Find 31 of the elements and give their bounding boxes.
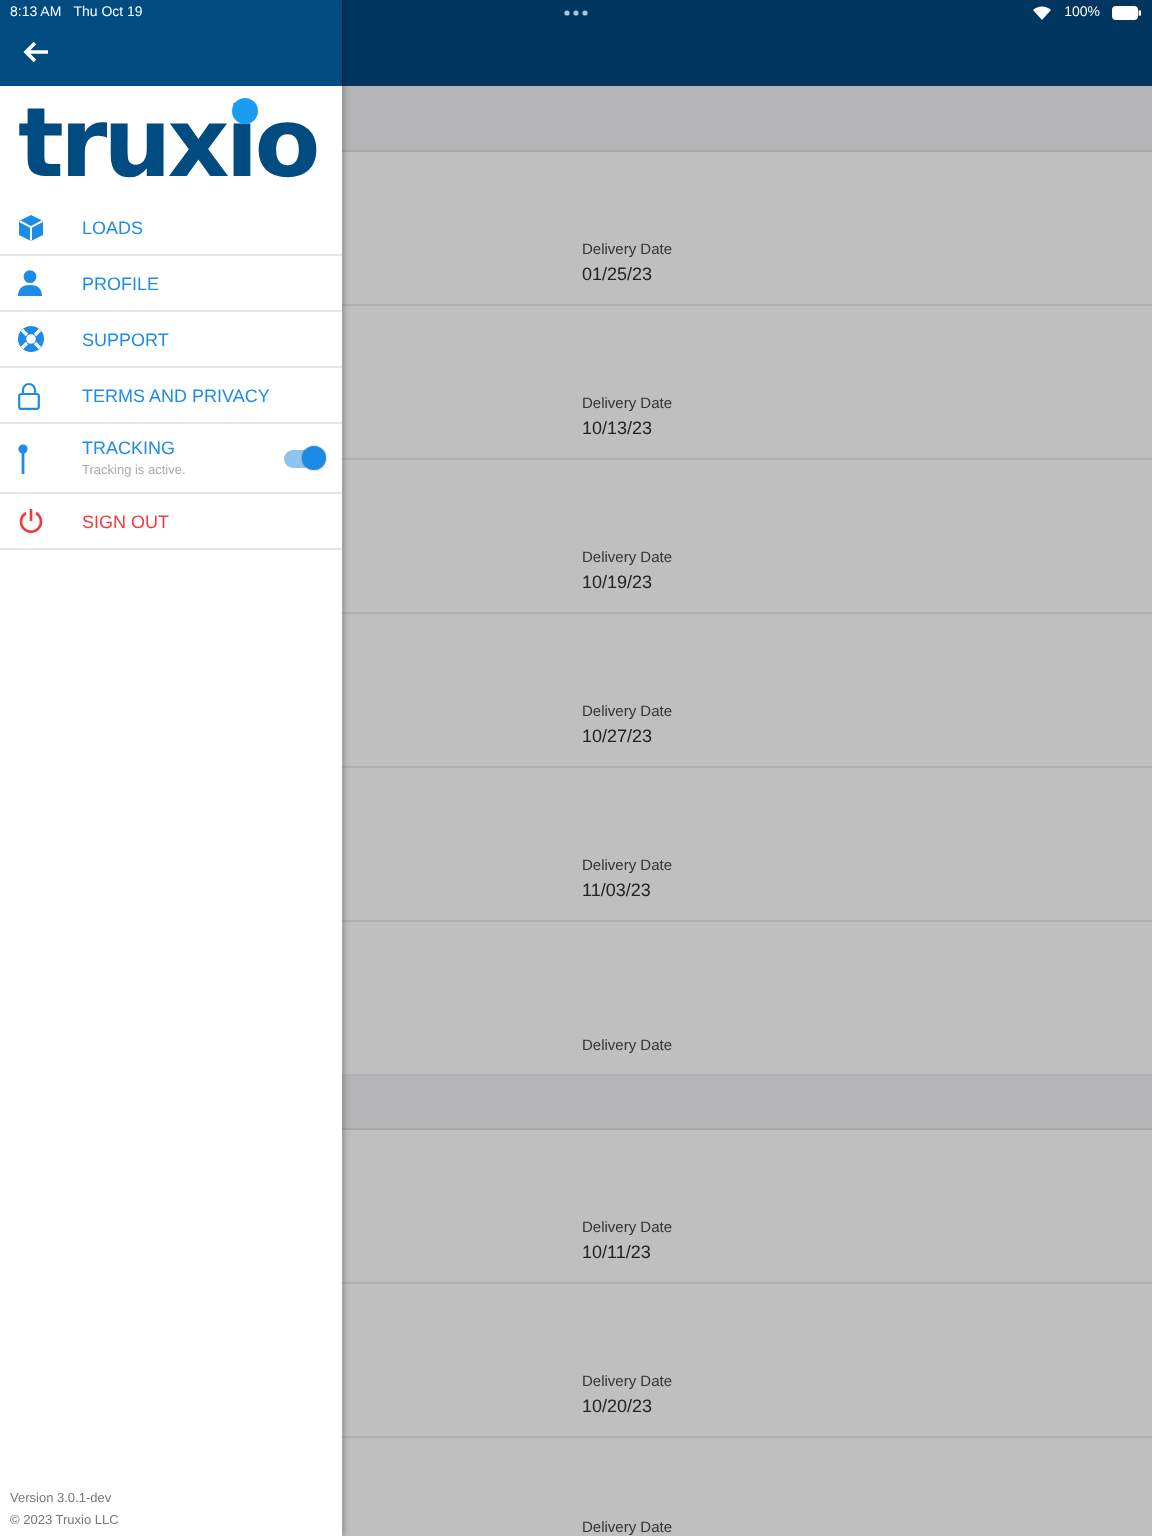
- back-button[interactable]: [18, 36, 54, 68]
- delivery-date-value: 10/13/23: [582, 418, 655, 438]
- back-arrow-icon: [22, 40, 50, 64]
- lock-icon: [18, 381, 40, 409]
- menu-item-label: PROFILE: [82, 273, 162, 293]
- battery-icon: [1112, 5, 1142, 19]
- delivery-date-value: 10/20/23: [582, 1396, 655, 1416]
- person-icon: [18, 270, 42, 296]
- menu-item-label: SIGN OUT: [82, 511, 172, 531]
- menu-item[interactable]: PROFILE: [0, 256, 342, 312]
- power-icon: [18, 508, 44, 534]
- logo: truxio: [16, 86, 317, 200]
- delivery-date-value: 10/27/23: [582, 726, 655, 746]
- menu-item-label: TRACKING: [82, 438, 178, 458]
- menu-item-label: SUPPORT: [82, 329, 171, 349]
- delivery-date-value: 10/19/23: [582, 572, 655, 592]
- lifebuoy-icon: [18, 326, 44, 352]
- menu-item[interactable]: SUPPORT: [0, 312, 342, 368]
- menu-item-label: TERMS AND PRIVACY: [82, 385, 272, 405]
- menu-item-label: LOADS: [82, 217, 146, 237]
- menu-item[interactable]: SIGN OUT: [0, 494, 342, 550]
- pin-icon: [18, 443, 28, 473]
- menu-item[interactable]: LOADS: [0, 200, 342, 256]
- wifi-icon: [1032, 4, 1053, 20]
- delivery-date-value: 10/11/23: [582, 1242, 653, 1262]
- delivery-date-value: 11/03/23: [582, 880, 653, 900]
- menu-item[interactable]: TERMS AND PRIVACY: [0, 368, 342, 424]
- multitasking-dots-icon: [564, 10, 588, 16]
- cube-icon: [18, 213, 44, 241]
- delivery-date-value: 01/25/23: [582, 264, 655, 284]
- tracking-toggle[interactable]: [284, 449, 324, 467]
